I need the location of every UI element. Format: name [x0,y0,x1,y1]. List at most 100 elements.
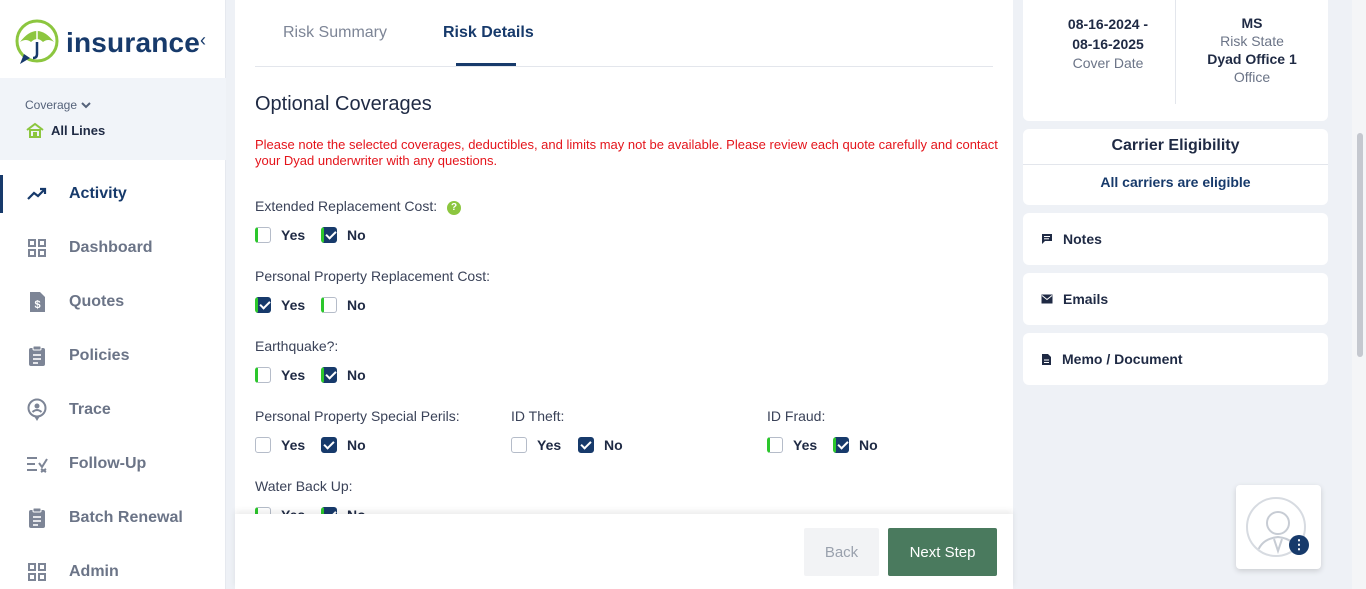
nav-trace[interactable]: Trace [0,383,226,437]
nav-label: Batch Renewal [69,509,183,526]
cover-date-from: 08-16-2024 - [1067,16,1149,32]
question-water-backup: Water Back Up: [255,478,353,494]
home-icon [26,122,44,138]
checkbox-checked[interactable] [321,227,337,243]
checkbox-checked[interactable] [833,437,849,453]
comment-icon [1042,234,1052,244]
nav-label: Trace [69,401,111,418]
checkbox-checked[interactable] [321,437,337,453]
help-icon[interactable]: ? [447,201,462,215]
dollar-doc-icon: $ [26,291,48,313]
state-office-block: MS Risk State Dyad Office 1 Office [1176,14,1328,86]
checkbox[interactable] [255,227,271,243]
nav-label: Dashboard [69,239,153,256]
carrier-eligibility-status: All carriers are eligible [1100,174,1251,190]
checkbox[interactable] [255,367,271,383]
extended-replacement-no[interactable]: No [321,227,366,243]
memo-document-label: Memo / Document [1062,351,1183,367]
tab-bar: Risk Summary Risk Details [255,0,993,67]
question-id-fraud: ID Fraud: [767,408,826,424]
personal-property-replacement-no[interactable]: No [321,297,366,313]
risk-state-value: MS [1241,15,1263,31]
emails-label: Emails [1063,291,1109,307]
nav-admin[interactable]: Admin [0,545,226,589]
next-step-button[interactable]: Next Step [888,528,997,576]
brand-logo[interactable]: insurance [14,18,200,68]
page-scrollbar-thumb[interactable] [1357,133,1363,357]
coverage-notice: Please note the selected coverages, dedu… [255,137,998,168]
brand-name: insurance [66,27,201,58]
risk-state-label: Risk State [1220,33,1284,49]
question-extended-replacement: Extended Replacement Cost:? [255,198,462,215]
back-button[interactable]: Back [804,528,879,576]
special-perils-yes[interactable]: Yes [255,437,305,453]
support-chat-widget[interactable]: ⋮ [1236,485,1321,569]
nav-label: Admin [69,563,119,580]
main-nav: Activity Dashboard $ Quotes Policies Tra… [0,167,226,589]
location-person-icon [26,398,48,421]
checkbox[interactable] [321,297,337,313]
question-special-perils: Personal Property Special Perils: [255,408,460,424]
question-earthquake: Earthquake?: [255,338,339,354]
nav-label: Follow-Up [69,455,147,472]
id-theft-no[interactable]: No [578,437,623,453]
tab-risk-summary[interactable]: Risk Summary [283,24,387,42]
notes-label: Notes [1063,231,1102,247]
coverage-label: Coverage [25,98,78,112]
checklist-icon [26,453,48,475]
extended-replacement-yes[interactable]: Yes [255,227,305,243]
question-personal-property-replacement: Personal Property Replacement Cost: [255,268,490,284]
earthquake-no[interactable]: No [321,367,366,383]
umbrella-logo-icon [15,19,59,64]
checkbox-checked[interactable] [255,297,271,313]
document-icon [1042,353,1051,365]
active-tab-indicator [456,63,516,66]
id-fraud-yes[interactable]: Yes [767,437,817,453]
id-fraud-no[interactable]: No [833,437,878,453]
office-value: Dyad Office 1 [1207,51,1297,67]
coverage-selector[interactable]: Coverage All Lines [0,78,226,160]
more-options-icon[interactable]: ⋮ [1289,535,1309,555]
tab-risk-details[interactable]: Risk Details [443,24,534,42]
nav-label: Activity [69,185,127,202]
notes-button[interactable]: Notes [1023,213,1328,265]
nav-policies[interactable]: Policies [0,329,226,383]
nav-label: Quotes [69,293,125,310]
chevron-down-icon [81,102,91,109]
trending-up-icon [26,183,48,205]
special-perils-no[interactable]: No [321,437,366,453]
cover-date-to: 08-16-2025 [1072,36,1144,52]
nav-batch-renewal[interactable]: Batch Renewal [0,491,226,545]
nav-activity[interactable]: Activity [0,167,226,221]
checkbox[interactable] [511,437,527,453]
section-title: Optional Coverages [255,93,432,115]
personal-property-replacement-yes[interactable]: Yes [255,297,305,313]
nav-quotes[interactable]: $ Quotes [0,275,226,329]
nav-label: Policies [69,347,130,364]
main-panel: Risk Summary Risk Details Optional Cover… [235,0,1013,589]
cover-date-label: Cover Date [1072,55,1144,71]
coverage-value: All Lines [51,122,106,138]
office-label: Office [1233,69,1271,85]
mail-icon [1041,294,1053,304]
earthquake-yes[interactable]: Yes [255,367,305,383]
checkbox[interactable] [767,437,783,453]
collapse-sidebar-icon[interactable]: ‹ [200,30,206,51]
grid-icon [26,237,48,259]
id-theft-yes[interactable]: Yes [511,437,561,453]
carrier-eligibility-card: Carrier Eligibility All carriers are eli… [1023,129,1328,205]
checkbox-checked[interactable] [578,437,594,453]
memo-document-button[interactable]: Memo / Document [1023,333,1328,385]
nav-dashboard[interactable]: Dashboard [0,221,226,275]
form-footer: Back Next Step [235,514,1013,589]
checkbox-checked[interactable] [321,367,337,383]
grid-icon [26,561,48,583]
nav-follow-up[interactable]: Follow-Up [0,437,226,491]
checkbox[interactable] [255,437,271,453]
emails-button[interactable]: Emails [1023,273,1328,325]
carrier-eligibility-title: Carrier Eligibility [1111,137,1240,154]
clipboard-icon [26,345,48,367]
risk-info-card: 08-16-2024 - 08-16-2025 Cover Date MS Ri… [1023,0,1328,121]
cover-date-block: 08-16-2024 - 08-16-2025 Cover Date [1033,14,1183,72]
question-label: Extended Replacement Cost: [255,198,438,214]
